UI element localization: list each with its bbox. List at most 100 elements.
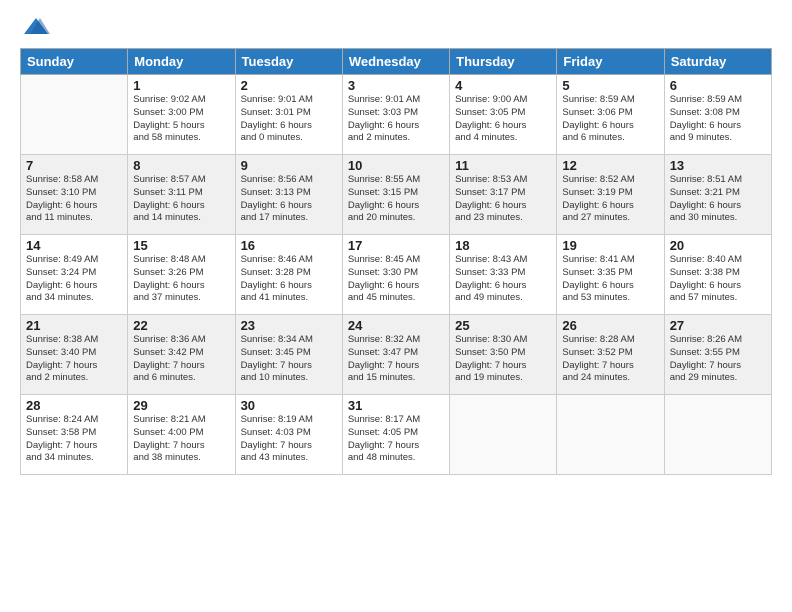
day-info: Sunrise: 8:28 AM Sunset: 3:52 PM Dayligh… xyxy=(562,334,658,385)
calendar-cell: 4Sunrise: 9:00 AM Sunset: 3:05 PM Daylig… xyxy=(450,75,557,155)
calendar-header-friday: Friday xyxy=(557,49,664,75)
day-info: Sunrise: 8:24 AM Sunset: 3:58 PM Dayligh… xyxy=(26,414,122,465)
day-number: 11 xyxy=(455,158,551,173)
day-number: 24 xyxy=(348,318,444,333)
day-info: Sunrise: 9:00 AM Sunset: 3:05 PM Dayligh… xyxy=(455,94,551,145)
day-info: Sunrise: 8:52 AM Sunset: 3:19 PM Dayligh… xyxy=(562,174,658,225)
calendar-cell: 25Sunrise: 8:30 AM Sunset: 3:50 PM Dayli… xyxy=(450,315,557,395)
calendar-cell: 23Sunrise: 8:34 AM Sunset: 3:45 PM Dayli… xyxy=(235,315,342,395)
calendar-cell: 11Sunrise: 8:53 AM Sunset: 3:17 PM Dayli… xyxy=(450,155,557,235)
day-info: Sunrise: 8:19 AM Sunset: 4:03 PM Dayligh… xyxy=(241,414,337,465)
calendar-cell: 15Sunrise: 8:48 AM Sunset: 3:26 PM Dayli… xyxy=(128,235,235,315)
day-info: Sunrise: 8:32 AM Sunset: 3:47 PM Dayligh… xyxy=(348,334,444,385)
calendar-week-row: 7Sunrise: 8:58 AM Sunset: 3:10 PM Daylig… xyxy=(21,155,772,235)
calendar-table: SundayMondayTuesdayWednesdayThursdayFrid… xyxy=(20,48,772,475)
day-info: Sunrise: 8:59 AM Sunset: 3:08 PM Dayligh… xyxy=(670,94,766,145)
calendar-cell: 7Sunrise: 8:58 AM Sunset: 3:10 PM Daylig… xyxy=(21,155,128,235)
day-number: 30 xyxy=(241,398,337,413)
header xyxy=(20,16,772,38)
calendar-header-row: SundayMondayTuesdayWednesdayThursdayFrid… xyxy=(21,49,772,75)
calendar-cell: 1Sunrise: 9:02 AM Sunset: 3:00 PM Daylig… xyxy=(128,75,235,155)
day-number: 27 xyxy=(670,318,766,333)
day-number: 13 xyxy=(670,158,766,173)
day-info: Sunrise: 8:51 AM Sunset: 3:21 PM Dayligh… xyxy=(670,174,766,225)
calendar-cell: 13Sunrise: 8:51 AM Sunset: 3:21 PM Dayli… xyxy=(664,155,771,235)
day-info: Sunrise: 8:40 AM Sunset: 3:38 PM Dayligh… xyxy=(670,254,766,305)
calendar-week-row: 1Sunrise: 9:02 AM Sunset: 3:00 PM Daylig… xyxy=(21,75,772,155)
day-info: Sunrise: 8:53 AM Sunset: 3:17 PM Dayligh… xyxy=(455,174,551,225)
calendar-cell: 16Sunrise: 8:46 AM Sunset: 3:28 PM Dayli… xyxy=(235,235,342,315)
day-info: Sunrise: 8:17 AM Sunset: 4:05 PM Dayligh… xyxy=(348,414,444,465)
calendar-cell: 31Sunrise: 8:17 AM Sunset: 4:05 PM Dayli… xyxy=(342,395,449,475)
day-info: Sunrise: 8:48 AM Sunset: 3:26 PM Dayligh… xyxy=(133,254,229,305)
day-info: Sunrise: 8:56 AM Sunset: 3:13 PM Dayligh… xyxy=(241,174,337,225)
calendar-cell xyxy=(557,395,664,475)
day-info: Sunrise: 8:38 AM Sunset: 3:40 PM Dayligh… xyxy=(26,334,122,385)
logo xyxy=(20,16,50,38)
day-number: 15 xyxy=(133,238,229,253)
calendar-cell: 10Sunrise: 8:55 AM Sunset: 3:15 PM Dayli… xyxy=(342,155,449,235)
day-info: Sunrise: 8:43 AM Sunset: 3:33 PM Dayligh… xyxy=(455,254,551,305)
calendar-header-monday: Monday xyxy=(128,49,235,75)
day-info: Sunrise: 8:49 AM Sunset: 3:24 PM Dayligh… xyxy=(26,254,122,305)
day-info: Sunrise: 8:55 AM Sunset: 3:15 PM Dayligh… xyxy=(348,174,444,225)
day-number: 21 xyxy=(26,318,122,333)
calendar-cell: 30Sunrise: 8:19 AM Sunset: 4:03 PM Dayli… xyxy=(235,395,342,475)
calendar-cell: 5Sunrise: 8:59 AM Sunset: 3:06 PM Daylig… xyxy=(557,75,664,155)
calendar-cell: 26Sunrise: 8:28 AM Sunset: 3:52 PM Dayli… xyxy=(557,315,664,395)
day-info: Sunrise: 8:26 AM Sunset: 3:55 PM Dayligh… xyxy=(670,334,766,385)
day-number: 26 xyxy=(562,318,658,333)
day-number: 3 xyxy=(348,78,444,93)
calendar-cell: 18Sunrise: 8:43 AM Sunset: 3:33 PM Dayli… xyxy=(450,235,557,315)
day-info: Sunrise: 8:45 AM Sunset: 3:30 PM Dayligh… xyxy=(348,254,444,305)
day-number: 20 xyxy=(670,238,766,253)
calendar-cell: 29Sunrise: 8:21 AM Sunset: 4:00 PM Dayli… xyxy=(128,395,235,475)
day-number: 8 xyxy=(133,158,229,173)
calendar-cell xyxy=(450,395,557,475)
day-info: Sunrise: 8:36 AM Sunset: 3:42 PM Dayligh… xyxy=(133,334,229,385)
calendar-header-thursday: Thursday xyxy=(450,49,557,75)
day-number: 4 xyxy=(455,78,551,93)
calendar-cell: 12Sunrise: 8:52 AM Sunset: 3:19 PM Dayli… xyxy=(557,155,664,235)
calendar-cell: 24Sunrise: 8:32 AM Sunset: 3:47 PM Dayli… xyxy=(342,315,449,395)
calendar-cell: 3Sunrise: 9:01 AM Sunset: 3:03 PM Daylig… xyxy=(342,75,449,155)
calendar-cell: 27Sunrise: 8:26 AM Sunset: 3:55 PM Dayli… xyxy=(664,315,771,395)
calendar-cell: 2Sunrise: 9:01 AM Sunset: 3:01 PM Daylig… xyxy=(235,75,342,155)
calendar-cell: 19Sunrise: 8:41 AM Sunset: 3:35 PM Dayli… xyxy=(557,235,664,315)
calendar-cell: 9Sunrise: 8:56 AM Sunset: 3:13 PM Daylig… xyxy=(235,155,342,235)
day-number: 2 xyxy=(241,78,337,93)
calendar-cell: 6Sunrise: 8:59 AM Sunset: 3:08 PM Daylig… xyxy=(664,75,771,155)
day-number: 29 xyxy=(133,398,229,413)
calendar-cell: 20Sunrise: 8:40 AM Sunset: 3:38 PM Dayli… xyxy=(664,235,771,315)
day-number: 17 xyxy=(348,238,444,253)
day-info: Sunrise: 8:41 AM Sunset: 3:35 PM Dayligh… xyxy=(562,254,658,305)
calendar-cell: 28Sunrise: 8:24 AM Sunset: 3:58 PM Dayli… xyxy=(21,395,128,475)
calendar-cell: 8Sunrise: 8:57 AM Sunset: 3:11 PM Daylig… xyxy=(128,155,235,235)
page: SundayMondayTuesdayWednesdayThursdayFrid… xyxy=(0,0,792,612)
day-number: 25 xyxy=(455,318,551,333)
calendar-cell xyxy=(21,75,128,155)
calendar-cell: 22Sunrise: 8:36 AM Sunset: 3:42 PM Dayli… xyxy=(128,315,235,395)
day-number: 7 xyxy=(26,158,122,173)
day-number: 1 xyxy=(133,78,229,93)
calendar-cell xyxy=(664,395,771,475)
day-number: 18 xyxy=(455,238,551,253)
day-info: Sunrise: 8:21 AM Sunset: 4:00 PM Dayligh… xyxy=(133,414,229,465)
day-info: Sunrise: 8:34 AM Sunset: 3:45 PM Dayligh… xyxy=(241,334,337,385)
day-info: Sunrise: 9:01 AM Sunset: 3:03 PM Dayligh… xyxy=(348,94,444,145)
day-info: Sunrise: 8:46 AM Sunset: 3:28 PM Dayligh… xyxy=(241,254,337,305)
day-number: 12 xyxy=(562,158,658,173)
calendar-week-row: 21Sunrise: 8:38 AM Sunset: 3:40 PM Dayli… xyxy=(21,315,772,395)
day-number: 9 xyxy=(241,158,337,173)
logo-icon xyxy=(22,16,50,38)
day-number: 6 xyxy=(670,78,766,93)
day-info: Sunrise: 9:01 AM Sunset: 3:01 PM Dayligh… xyxy=(241,94,337,145)
day-info: Sunrise: 9:02 AM Sunset: 3:00 PM Dayligh… xyxy=(133,94,229,145)
calendar-week-row: 28Sunrise: 8:24 AM Sunset: 3:58 PM Dayli… xyxy=(21,395,772,475)
day-number: 28 xyxy=(26,398,122,413)
day-info: Sunrise: 8:57 AM Sunset: 3:11 PM Dayligh… xyxy=(133,174,229,225)
day-number: 23 xyxy=(241,318,337,333)
day-number: 19 xyxy=(562,238,658,253)
calendar-header-wednesday: Wednesday xyxy=(342,49,449,75)
calendar-header-sunday: Sunday xyxy=(21,49,128,75)
